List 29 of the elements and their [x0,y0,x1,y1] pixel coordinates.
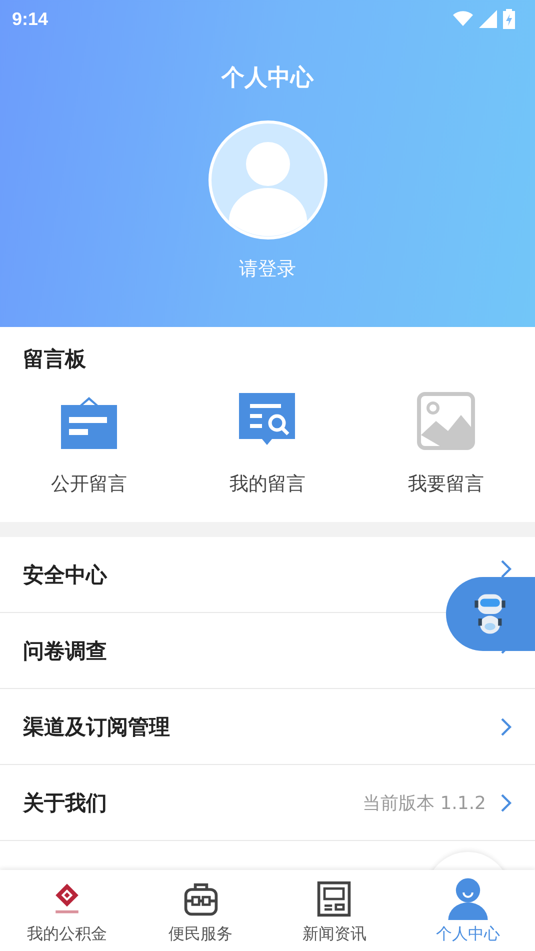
page-title: 个人中心 [222,64,314,93]
battery-icon [503,9,515,29]
signal-icon [479,10,497,28]
board-item[interactable]: 公开留言 [0,391,178,497]
robot-icon [472,591,508,637]
menu-item-label: 关于我们 [23,790,107,816]
wifi-icon [453,11,473,27]
board-item-label: 我要留言 [408,472,484,497]
tab-item[interactable]: 新闻资讯 [268,870,402,951]
board-item-label: 我的留言 [229,472,306,497]
version-text: 当前版本 1.1.2 [362,792,486,814]
board-item[interactable]: 我的留言 [178,391,357,497]
menu-item-label: 渠道及订阅管理 [23,714,170,740]
assistant-floating-button[interactable] [446,577,535,651]
menu-item-label: 问卷调查 [23,638,107,664]
board-item[interactable]: 我要留言 [356,391,535,497]
person-icon [446,876,490,920]
section-title: 留言板 [22,346,87,373]
chevron-right-icon [500,792,512,812]
image-icon [416,391,476,451]
avatar-icon[interactable] [208,120,328,240]
tab-item[interactable]: 我的公积金 [0,870,134,951]
menu-item-label: 安全中心 [23,562,107,588]
board-item-label: 公开留言 [51,472,128,497]
newspaper-icon [315,880,354,918]
tab-item[interactable]: 便民服务 [134,870,268,951]
chevron-right-icon [500,716,512,736]
chevron-right-icon [500,558,512,578]
status-time: 9:14 [12,8,48,30]
